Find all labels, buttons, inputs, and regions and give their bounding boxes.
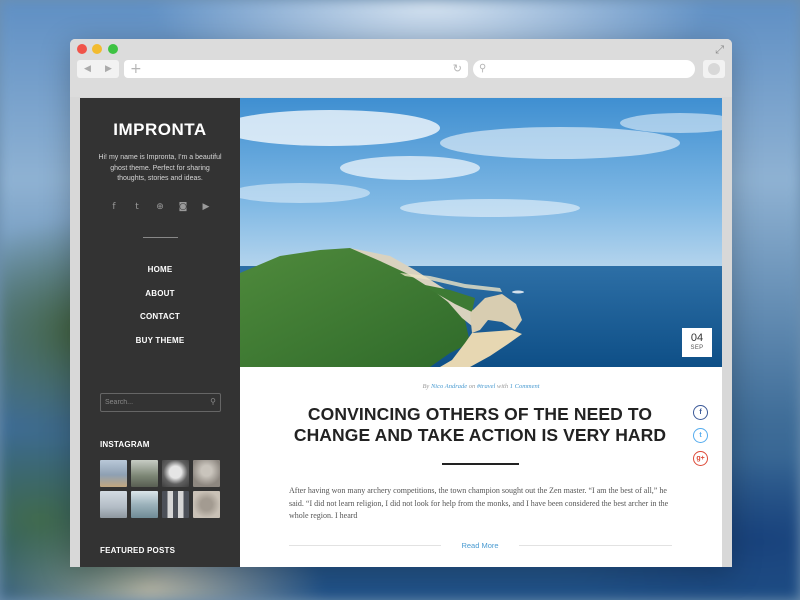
new-tab-icon[interactable]: + bbox=[130, 60, 142, 78]
googleplus-share-icon[interactable]: g+ bbox=[693, 451, 708, 466]
featured-posts-heading: FEATURED POSTS bbox=[100, 546, 176, 555]
instagram-thumb[interactable] bbox=[193, 491, 220, 518]
menu-circle-icon bbox=[708, 63, 720, 75]
post-date-day: 04 bbox=[690, 332, 704, 344]
nav-buy-theme[interactable]: BUY THEME bbox=[80, 336, 240, 360]
youtube-icon[interactable]: ▶ bbox=[200, 202, 212, 212]
nav-contact[interactable]: CONTACT bbox=[80, 312, 240, 336]
post-author-link[interactable]: Nico Andrade bbox=[431, 383, 467, 390]
back-arrow-icon[interactable]: ◀ bbox=[84, 64, 91, 74]
maximize-window-button[interactable] bbox=[108, 44, 118, 54]
reload-icon[interactable]: ↻ bbox=[453, 60, 462, 78]
social-links: f t ⊕ ◙ ▶ bbox=[80, 202, 240, 212]
title-divider bbox=[442, 463, 519, 465]
instagram-thumb[interactable] bbox=[100, 460, 127, 487]
close-window-button[interactable] bbox=[77, 44, 87, 54]
readmore-rule-right bbox=[519, 545, 672, 546]
readmore-rule-left bbox=[289, 545, 441, 546]
instagram-icon[interactable]: ◙ bbox=[177, 202, 189, 212]
browser-menu-button[interactable] bbox=[703, 60, 725, 78]
sidebar-divider bbox=[143, 237, 178, 238]
instagram-thumb[interactable] bbox=[131, 491, 158, 518]
site-tagline: Hi! my name is Impronta, I'm a beautiful… bbox=[98, 154, 222, 182]
instagram-thumb[interactable] bbox=[193, 460, 220, 487]
post-excerpt: After having won many archery competitio… bbox=[289, 486, 669, 520]
address-bar[interactable]: + ↻ bbox=[124, 60, 468, 78]
dribbble-icon[interactable]: ⊕ bbox=[154, 202, 166, 212]
sidebar-search: ⚲ bbox=[100, 393, 221, 412]
read-more-link[interactable]: Read More bbox=[450, 541, 510, 550]
post-title[interactable]: CONVINCING OTHERS OF THE NEED TO CHANGE … bbox=[290, 404, 670, 446]
instagram-thumb[interactable] bbox=[100, 491, 127, 518]
instagram-thumb[interactable] bbox=[131, 460, 158, 487]
instagram-grid bbox=[100, 460, 221, 518]
sidebar: IMPRONTA Hi! my name is Impronta, I'm a … bbox=[80, 98, 240, 567]
instagram-heading: INSTAGRAM bbox=[100, 440, 150, 449]
post-date-month: SEP bbox=[690, 345, 704, 351]
post-date-badge: 04 SEP bbox=[682, 328, 712, 357]
fullscreen-icon[interactable]: ⤢ bbox=[715, 43, 724, 57]
browser-search-field[interactable]: ⚲ bbox=[473, 60, 695, 78]
browser-toolbar: ⤢ ◀ ▶ + ↻ ⚲ bbox=[70, 39, 732, 97]
minimize-window-button[interactable] bbox=[92, 44, 102, 54]
twitter-share-icon[interactable]: t bbox=[693, 428, 708, 443]
post-comments-link[interactable]: 1 Comment bbox=[510, 383, 540, 390]
sidebar-search-input[interactable] bbox=[105, 396, 201, 409]
main-nav: HOME ABOUT CONTACT BUY THEME bbox=[80, 265, 240, 359]
meta-by: By bbox=[422, 383, 430, 390]
forward-arrow-icon[interactable]: ▶ bbox=[105, 64, 112, 74]
page-viewport: IMPRONTA Hi! my name is Impronta, I'm a … bbox=[80, 98, 722, 567]
post-hero-image[interactable]: 04 SEP bbox=[240, 98, 722, 367]
instagram-thumb[interactable] bbox=[162, 491, 189, 518]
nav-home[interactable]: HOME bbox=[80, 265, 240, 289]
instagram-thumb[interactable] bbox=[162, 460, 189, 487]
site-logo[interactable]: IMPRONTA bbox=[80, 120, 240, 140]
search-icon[interactable]: ⚲ bbox=[210, 397, 216, 406]
search-icon: ⚲ bbox=[479, 63, 487, 74]
history-nav: ◀ ▶ bbox=[77, 60, 119, 78]
facebook-share-icon[interactable]: f bbox=[693, 405, 708, 420]
post-tag-link[interactable]: #travel bbox=[477, 383, 495, 390]
coastline-photo bbox=[240, 98, 722, 367]
meta-with: with bbox=[496, 383, 509, 390]
meta-on: on bbox=[468, 383, 476, 390]
post-meta: By Nico Andrade on #travel with 1 Commen… bbox=[240, 383, 722, 390]
twitter-icon[interactable]: t bbox=[131, 202, 143, 212]
browser-window: ⤢ ◀ ▶ + ↻ ⚲ IMPRONTA Hi! my name is Impr… bbox=[70, 39, 732, 567]
nav-about[interactable]: ABOUT bbox=[80, 289, 240, 313]
facebook-icon[interactable]: f bbox=[108, 202, 120, 212]
